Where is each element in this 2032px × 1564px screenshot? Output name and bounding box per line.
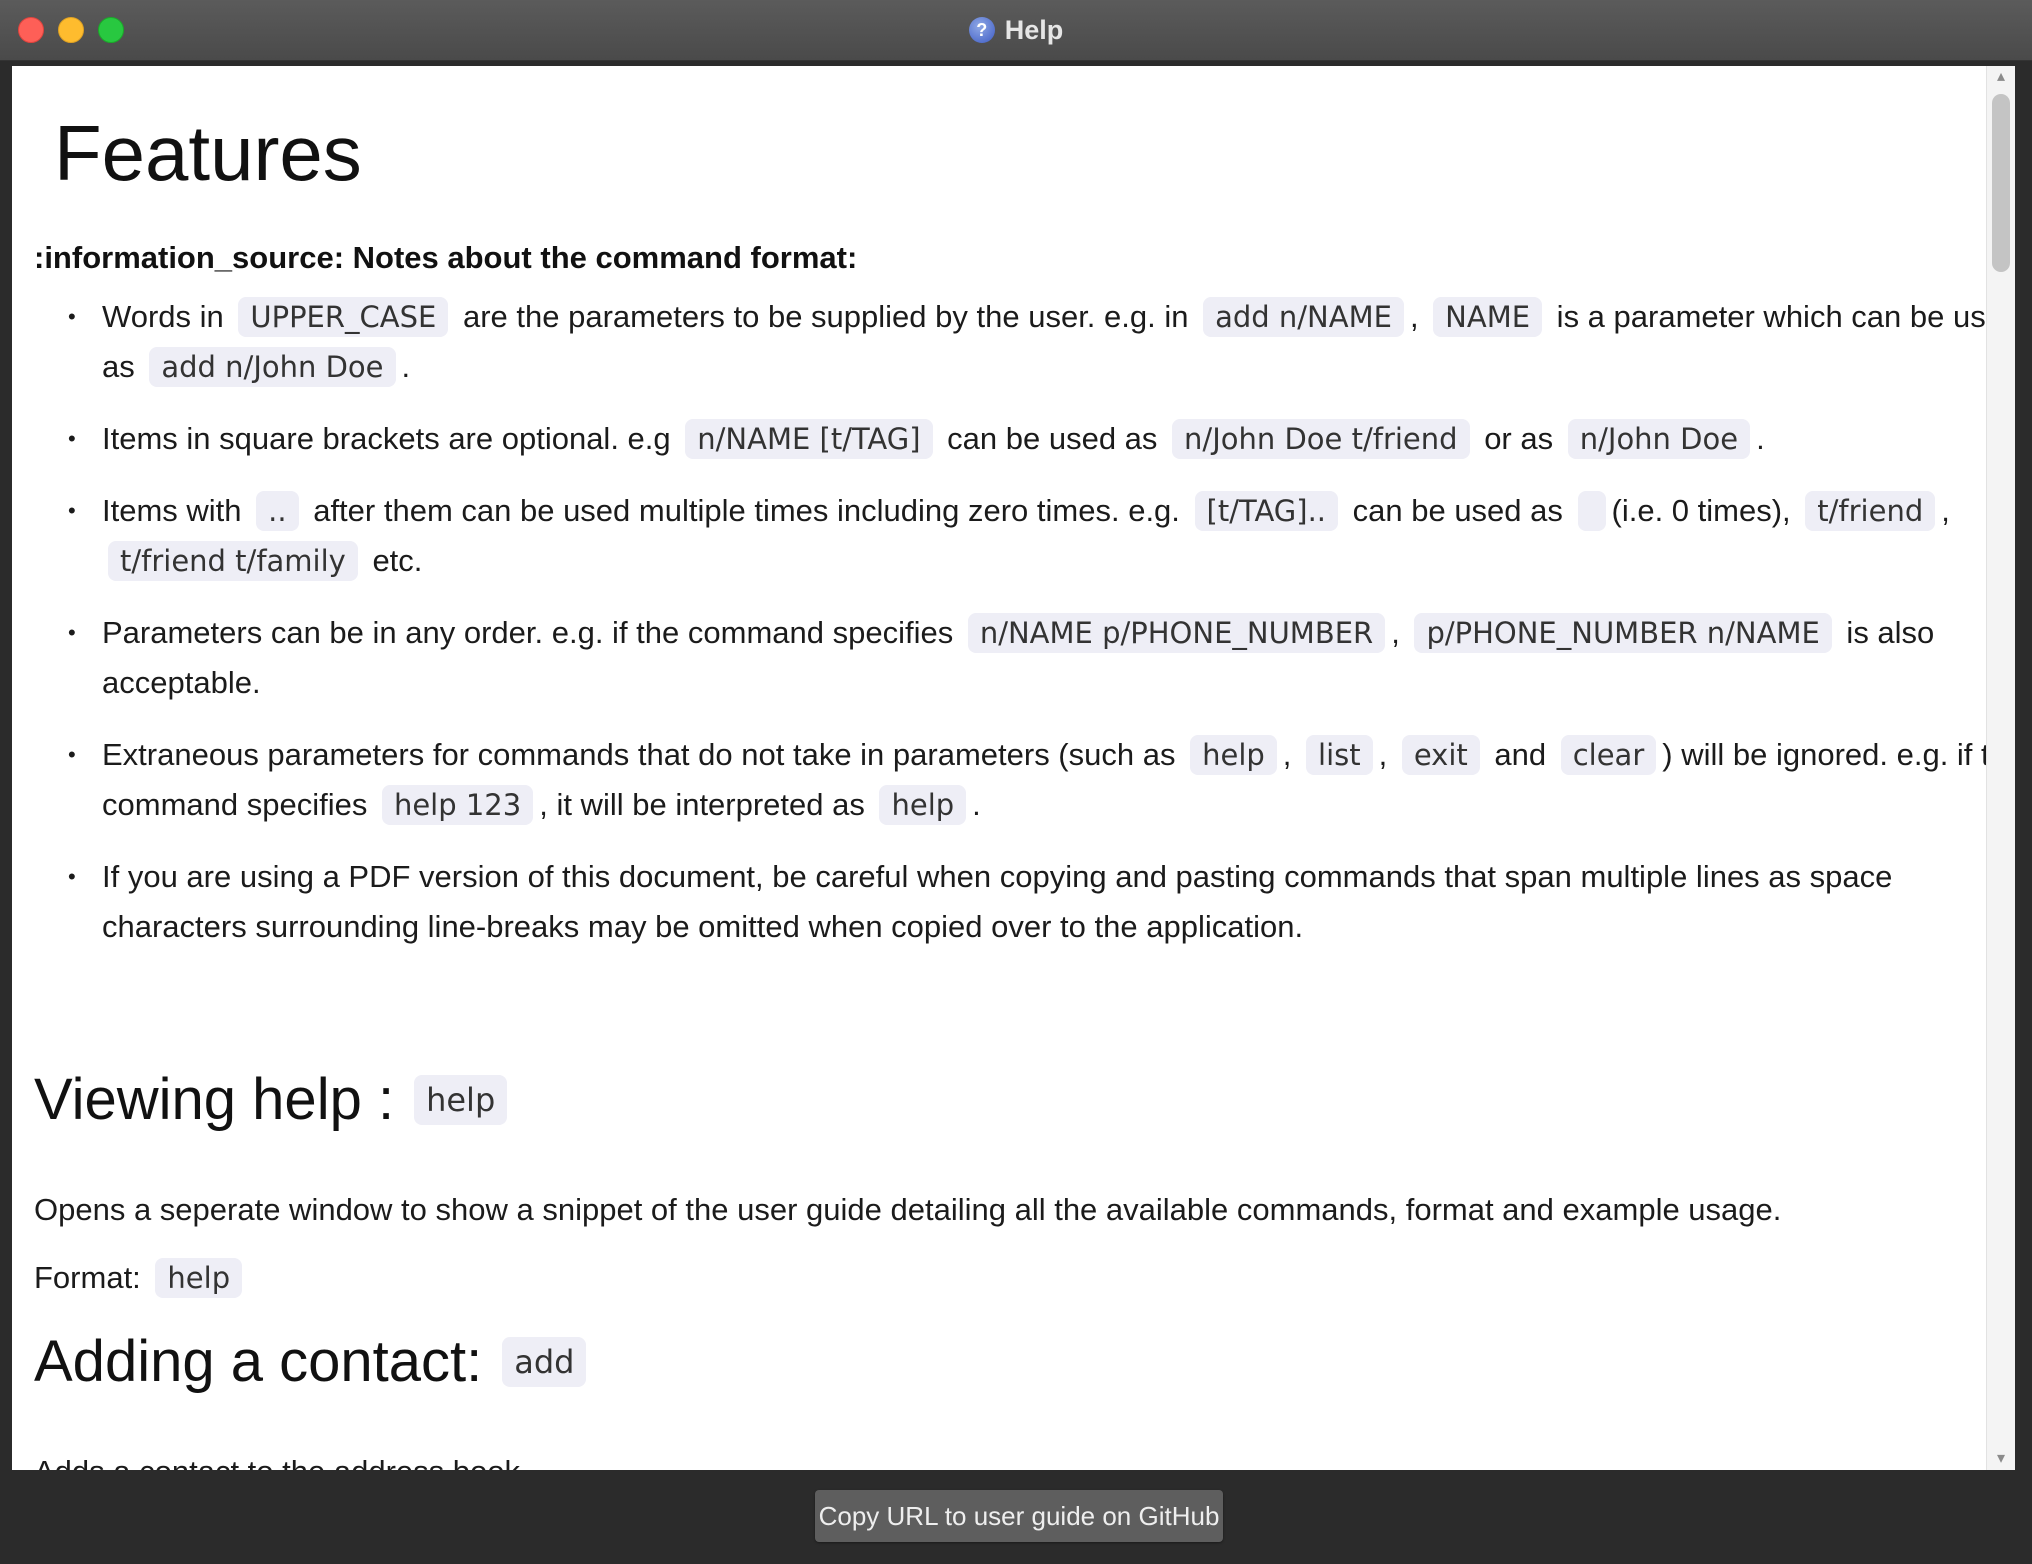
copy-url-button[interactable]: Copy URL to user guide on GitHub xyxy=(815,1490,1223,1542)
note-text: If you are using a PDF version of this d… xyxy=(102,859,1893,944)
note-text: , xyxy=(1941,493,1950,528)
code-snippet: [t/TAG].. xyxy=(1194,491,1339,531)
section-description: Adds a contact to the address book. xyxy=(34,1454,529,1470)
note-text: Words in xyxy=(102,299,233,334)
help-question-icon: ? xyxy=(968,17,995,43)
list-item: Items in square brackets are optional. e… xyxy=(68,414,1986,464)
note-text: etc. xyxy=(363,543,423,578)
code-snippet: n/NAME [t/TAG] xyxy=(685,419,933,459)
note-text: . xyxy=(1756,421,1765,456)
viewing-help-section: Viewing help : help xyxy=(34,1066,513,1133)
note-text: Parameters can be in any order. e.g. if … xyxy=(102,615,962,650)
list-item: Parameters can be in any order. e.g. if … xyxy=(68,608,1986,708)
code-snippet: n/John Doe xyxy=(1567,419,1751,459)
code-snippet: n/John Doe t/friend xyxy=(1172,419,1470,459)
scroll-up-arrow-icon[interactable]: ▴ xyxy=(1987,66,2015,88)
note-text: , it will be interpreted as xyxy=(539,787,874,822)
page-title: Features xyxy=(54,109,362,197)
note-text: , xyxy=(1378,737,1396,772)
code-snippet: NAME xyxy=(1433,297,1543,337)
scroll-down-arrow-icon[interactable]: ▾ xyxy=(1987,1448,2015,1470)
note-text: Extraneous parameters for commands that … xyxy=(102,737,1185,772)
note-text: after them can be used multiple times in… xyxy=(304,493,1189,528)
code-snippet: help xyxy=(879,785,967,825)
vertical-scrollbar[interactable]: ▴ ▾ xyxy=(1986,66,2015,1470)
code-snippet: help xyxy=(155,1258,243,1298)
code-snippet: exit xyxy=(1401,735,1480,775)
note-text: and xyxy=(1485,737,1555,772)
list-item: Extraneous parameters for commands that … xyxy=(68,730,1986,830)
code-snippet: list xyxy=(1306,735,1373,775)
code-snippet: clear xyxy=(1560,735,1657,775)
title-bar: ? Help xyxy=(0,0,2032,61)
code-snippet: help xyxy=(414,1074,508,1125)
code-snippet: add n/John Doe xyxy=(149,347,396,387)
note-text: Items in square brackets are optional. e… xyxy=(102,421,680,456)
note-text: Items with xyxy=(102,493,251,528)
section-description: Opens a seperate window to show a snippe… xyxy=(34,1192,1782,1227)
section-heading: Viewing help : help xyxy=(34,1066,513,1133)
code-snippet: .. xyxy=(256,491,299,531)
notes-list: Words in UPPER_CASE are the parameters t… xyxy=(34,292,1986,974)
code-snippet: help 123 xyxy=(381,785,534,825)
note-text: (i.e. 0 times), xyxy=(1611,493,1800,528)
note-text: can be used as xyxy=(938,421,1167,456)
code-snippet: add xyxy=(502,1336,587,1387)
code-snippet: help xyxy=(1190,735,1277,775)
code-snippet xyxy=(1577,491,1606,531)
format-line: Format: help xyxy=(34,1258,248,1298)
format-label: Format: xyxy=(34,1260,141,1295)
section-heading-text: Viewing help : xyxy=(34,1067,395,1132)
note-text: or as xyxy=(1475,421,1562,456)
code-snippet: UPPER_CASE xyxy=(238,297,449,337)
scrollbar-thumb[interactable] xyxy=(1992,94,2010,272)
list-item: Words in UPPER_CASE are the parameters t… xyxy=(68,292,1986,392)
code-snippet: n/NAME p/PHONE_NUMBER xyxy=(967,613,1386,653)
note-text: . xyxy=(401,349,411,384)
code-snippet: t/friend t/family xyxy=(108,541,358,581)
section-heading: Adding a contact: add xyxy=(34,1328,592,1395)
note-text: . xyxy=(972,787,981,822)
note-text: can be used as xyxy=(1344,493,1572,528)
note-text: , xyxy=(1391,615,1409,650)
note-text: , xyxy=(1282,737,1301,772)
note-text: are the parameters to be supplied by the… xyxy=(454,299,1198,334)
code-snippet: add n/NAME xyxy=(1203,297,1404,337)
code-snippet: t/friend xyxy=(1805,491,1936,531)
note-text: , xyxy=(1409,299,1428,334)
section-heading-text: Adding a contact: xyxy=(34,1329,483,1394)
list-item: Items with .. after them can be used mul… xyxy=(68,486,1986,586)
window-title: Help xyxy=(1004,14,1064,45)
list-item: If you are using a PDF version of this d… xyxy=(68,852,1986,952)
notes-title: :information_source: Notes about the com… xyxy=(34,240,858,275)
adding-contact-section: Adding a contact: add xyxy=(34,1328,592,1395)
code-snippet: p/PHONE_NUMBER n/NAME xyxy=(1414,613,1832,653)
window-title-group: ? Help xyxy=(0,10,2032,50)
help-content-pane: Features :information_source: Notes abou… xyxy=(12,66,1986,1470)
